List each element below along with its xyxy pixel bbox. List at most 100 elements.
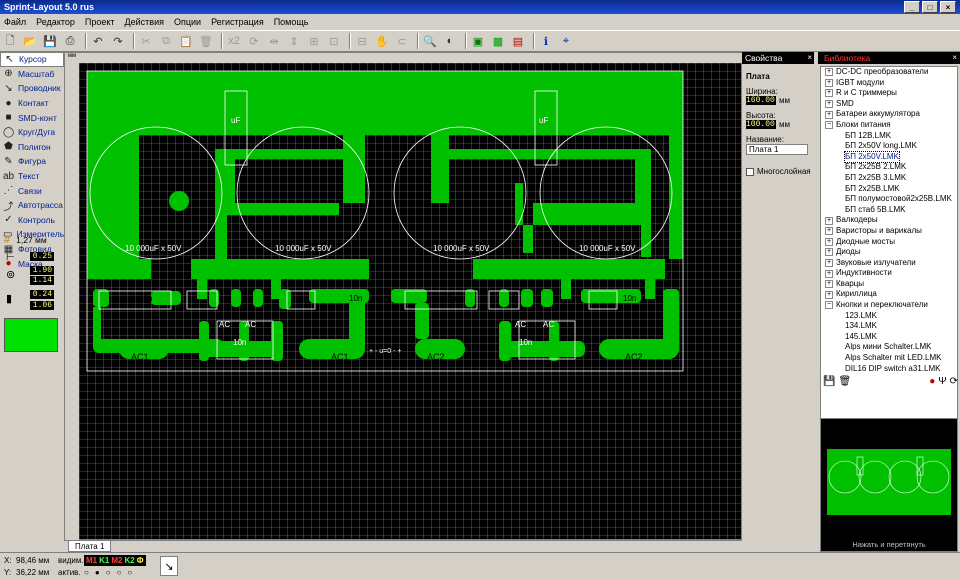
expand-icon[interactable]: + [825,100,833,109]
zoom-search-icon[interactable]: 🔍 [422,33,438,49]
library-folder-item[interactable]: − Блоки питания [821,120,957,131]
menu-registration[interactable]: Регистрация [211,14,264,30]
expand-icon[interactable]: + [825,89,833,98]
cut-icon[interactable]: ✂ [138,33,154,49]
expand-icon[interactable]: + [825,68,833,77]
magnet-icon[interactable]: ⊂ [394,33,410,49]
menu-edit[interactable]: Редактор [36,14,75,30]
new-file-icon[interactable]: 🗋 [2,33,18,49]
library-file-item[interactable]: БП 2x25В 3.LMK [821,173,957,184]
library-close-icon[interactable]: × [952,52,957,64]
smd-width-field[interactable]: 0.24 [30,290,54,299]
library-folder-item[interactable]: + Звуковые излучатели [821,258,957,269]
tool-track[interactable]: ↘ Проводник [0,81,64,96]
expand-icon[interactable]: + [825,237,833,246]
library-folder-item[interactable]: + SMD [821,99,957,110]
library-file-item[interactable]: Alps Schalter mit LED.LMK [821,353,957,364]
library-file-item[interactable]: БП полумостовой2x25В.LMK [821,194,957,205]
library-folder-item[interactable]: + Батареи аккумулятора [821,109,957,120]
pcb-board[interactable]: uF uF 10 000uF x 50V 10 000uF x 50V 10 0… [79,63,743,541]
properties-close-icon[interactable]: × [807,52,812,64]
board-check-icon[interactable]: ▣ [470,33,486,49]
tab-board-1[interactable]: Плата 1 [68,541,112,552]
library-delete-icon[interactable]: 🗑 [838,376,851,387]
connection-mode-icon[interactable]: ↘ [160,556,178,576]
mirror-h-icon[interactable]: ⇹ [266,33,282,49]
undo-icon[interactable]: ↶ [90,33,106,49]
tool-cursor[interactable]: ↖ Курсор [0,52,64,67]
tool-autoroute[interactable]: ⤴ Автотрасса [0,198,64,213]
tool-text[interactable]: ab Текст [0,169,64,184]
radio-k2[interactable]: ○ [117,568,122,577]
library-file-item[interactable]: БП 12В.LMK [821,131,957,142]
expand-icon[interactable]: + [825,290,833,299]
layer-k2[interactable]: K2 [124,556,134,565]
grid-size-row[interactable]: # 1,27 мм [4,234,47,246]
radio-f[interactable]: ○ [127,568,132,577]
info-icon[interactable]: ℹ [538,33,554,49]
track-width-field[interactable]: 0.25 [30,252,54,261]
maximize-button[interactable]: □ [922,1,938,13]
redo-icon[interactable]: ↷ [110,33,126,49]
library-file-item[interactable]: Alps мини Schalter.LMK [821,342,957,353]
smd-height-field[interactable]: 1.06 [30,301,54,310]
origin-icon[interactable]: ⌖ [558,33,574,49]
layer-m2[interactable]: M2 [111,556,122,565]
tool-zoom[interactable]: ⊕ Масштаб [0,67,64,82]
drc-report-icon[interactable]: ▤ [510,33,526,49]
board-height-field[interactable]: 100.00 [746,120,776,129]
library-folder-item[interactable]: + Диоды [821,247,957,258]
library-file-item[interactable]: 123.LMK [821,311,957,322]
library-file-item[interactable]: БП стаб 5В.LMK [821,205,957,216]
expand-icon[interactable]: + [825,78,833,87]
tool-shape[interactable]: ✎ Фигура [0,154,64,169]
tool-drc[interactable]: ✓ Контроль [0,213,64,228]
layer-f[interactable]: Ф [137,556,144,565]
print-icon[interactable]: ⎙ [62,33,78,49]
menu-help[interactable]: Помощь [274,14,309,30]
library-file-item[interactable]: 145.LMK [821,332,957,343]
library-file-item[interactable]: БП 2x25В.LMK [821,184,957,195]
board-width-field[interactable]: 160.00 [746,96,776,105]
collapse-icon[interactable]: − [825,301,833,310]
expand-icon[interactable]: + [825,280,833,289]
layer-front-icon[interactable]: ⊟ [354,33,370,49]
layer-m1[interactable]: M1 [86,556,97,565]
library-folder-item[interactable]: + IGBT модули [821,78,957,89]
library-refresh-icon[interactable]: ⟳ [950,376,958,387]
copy-icon[interactable]: ⧉ [158,33,174,49]
library-tree[interactable]: + DC-DC преобразователи + IGBT модули + R и C… [820,66,958,426]
library-filter-icon[interactable]: Ψ [938,376,946,387]
library-file-item[interactable]: БП 2x25В 2.LMK [821,162,957,173]
radio-k1[interactable]: ● [95,568,100,577]
library-preview[interactable]: Нажать и перетянуть [820,418,958,552]
library-file-item[interactable]: 134.LMK [821,321,957,332]
save-icon[interactable]: 💾 [42,33,58,49]
group-icon[interactable]: ⊡ [326,33,342,49]
expand-icon[interactable]: + [825,258,833,267]
tool-smd-pad[interactable]: ■ SMD-конт [0,110,64,125]
multilayer-checkbox[interactable] [746,167,754,176]
menu-file[interactable]: Файл [4,14,26,30]
pad-inner-field[interactable]: 1.14 [30,276,54,285]
layer-color-swatch[interactable] [4,318,58,352]
library-folder-item[interactable]: + R и C триммеры [821,88,957,99]
library-file-item[interactable]: БП 2x50V.LMK [821,150,957,164]
expand-icon[interactable]: + [825,216,833,225]
view-mode-icon[interactable]: ◐ [442,33,458,49]
library-save-icon[interactable]: 💾 [823,376,835,387]
layer-k1[interactable]: K1 [99,556,109,565]
library-folder-item[interactable]: + Кварцы [821,279,957,290]
radio-m2[interactable]: ○ [106,568,111,577]
open-folder-icon[interactable]: 📂 [22,33,38,49]
paste-icon[interactable]: 📋 [178,33,194,49]
library-folder-item[interactable]: + Варисторы и варикалы [821,226,957,237]
duplicate-icon[interactable]: x2 [226,33,242,49]
close-button[interactable]: × [940,1,956,13]
mirror-v-icon[interactable]: ⇕ [286,33,302,49]
library-folder-item[interactable]: + Диодные мосты [821,237,957,248]
menu-options[interactable]: Опции [174,14,201,30]
board-green-icon[interactable]: ▩ [490,33,506,49]
library-folder-item[interactable]: − Кнопки и переключатели [821,300,957,311]
tool-polygon[interactable]: ⬟ Полигон [0,140,64,155]
